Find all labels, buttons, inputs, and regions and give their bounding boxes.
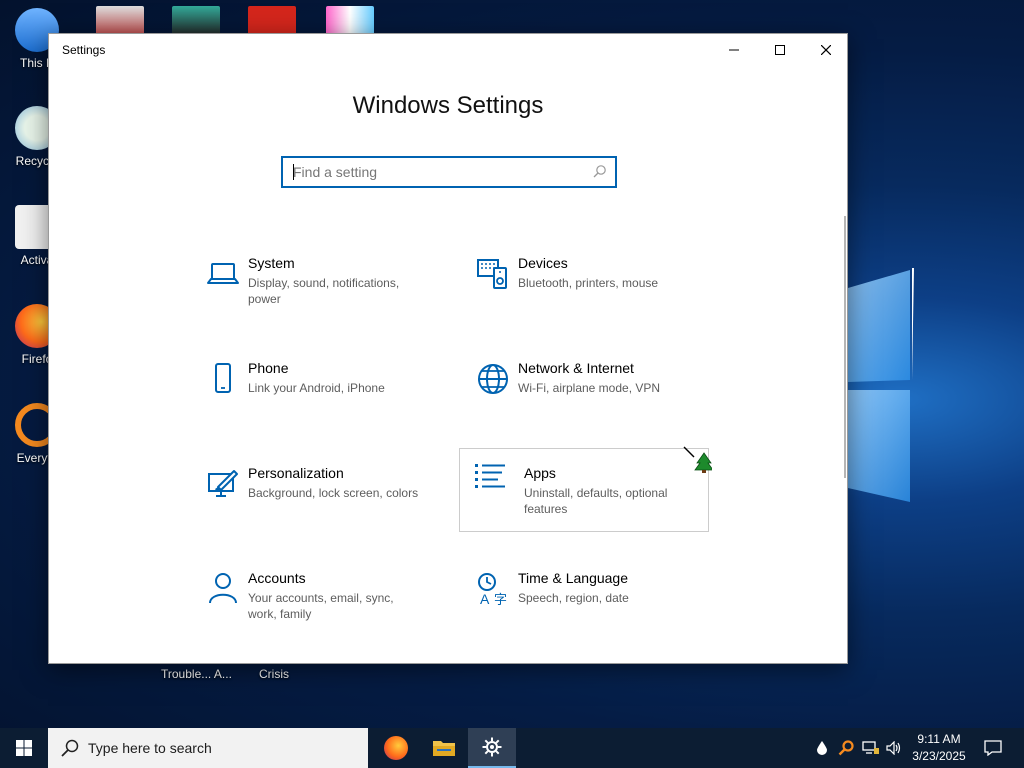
desktop-icon-app-4[interactable] <box>326 6 374 36</box>
person-icon <box>209 573 237 604</box>
tile-description: Display, sound, notifications, power <box>248 276 400 306</box>
action-center-button[interactable] <box>978 728 1008 768</box>
firefox-icon <box>384 736 408 760</box>
tile-apps[interactable]: Apps Uninstall, defaults, optional featu… <box>459 446 712 532</box>
settings-search-input[interactable] <box>293 160 583 184</box>
tile-time-language[interactable]: A 字 Time & Language Speech, region, date <box>463 563 713 647</box>
taskbar-settings[interactable] <box>468 728 516 768</box>
clock-time: 9:11 AM <box>917 732 961 746</box>
tray-droplet[interactable] <box>812 728 832 768</box>
paint-icon <box>208 470 238 497</box>
settings-window: Settings Windows Settings System Display… <box>48 33 848 664</box>
tray-everything[interactable] <box>836 728 856 768</box>
tile-title: Accounts <box>248 570 306 586</box>
tile-description: Uninstall, defaults, optional features <box>524 486 668 516</box>
settings-search-box[interactable] <box>281 156 617 188</box>
clock-date: 3/23/2025 <box>912 749 966 763</box>
tile-phone[interactable]: Phone Link your Android, iPhone <box>193 353 443 437</box>
droplet-icon <box>817 741 827 755</box>
title-bar[interactable]: Settings <box>49 34 847 66</box>
tray-network[interactable] <box>860 728 882 768</box>
maximize-button[interactable] <box>757 34 803 66</box>
desktop-icon-label-troubleshoot: Trouble... A... <box>161 667 232 681</box>
tile-description: Background, lock screen, colors <box>248 486 419 500</box>
tile-title: Network & Internet <box>518 360 634 376</box>
tile-title: Personalization <box>248 465 344 481</box>
laptop-icon <box>207 263 239 284</box>
tile-system[interactable]: System Display, sound, notifications, po… <box>193 248 443 332</box>
svg-text:字: 字 <box>494 592 507 607</box>
windows-logo-wallpaper <box>848 262 918 502</box>
minimize-icon <box>729 49 739 51</box>
everything-search-icon <box>838 740 854 756</box>
desktop-icon-app-2[interactable] <box>172 6 220 36</box>
tile-title: Phone <box>248 360 289 376</box>
search-icon <box>593 165 606 178</box>
tile-title: Time & Language <box>518 570 628 586</box>
desktop-icon-app-1[interactable] <box>96 6 144 36</box>
close-icon <box>821 45 831 55</box>
start-button[interactable] <box>0 728 48 768</box>
tile-description: Bluetooth, printers, mouse <box>518 276 659 290</box>
window-title: Settings <box>62 43 106 57</box>
tile-devices[interactable]: Devices Bluetooth, printers, mouse <box>463 248 713 332</box>
tile-description: Speech, region, date <box>518 591 629 605</box>
minimize-button[interactable] <box>711 34 757 66</box>
tile-accounts[interactable]: Accounts Your accounts, email, sync, wor… <box>193 563 443 647</box>
notification-icon <box>984 740 1002 756</box>
folder-icon <box>433 741 455 756</box>
tile-description: Your accounts, email, sync, work, family <box>248 591 394 621</box>
tray-volume[interactable] <box>884 728 904 768</box>
network-icon <box>862 741 879 754</box>
close-button[interactable] <box>803 34 847 66</box>
windows-start-icon <box>16 740 32 756</box>
tile-title: Devices <box>518 255 568 271</box>
time-language-icon: A 字 <box>478 573 507 607</box>
tile-description: Link your Android, iPhone <box>248 381 385 395</box>
tile-description: Wi-Fi, airplane mode, VPN <box>518 381 661 395</box>
search-icon <box>61 739 79 757</box>
speaker-icon <box>886 741 901 755</box>
desktop-icon-label-crisis: Crisis <box>259 667 289 681</box>
maximize-icon <box>775 45 785 55</box>
tile-network-internet[interactable]: Network & Internet Wi-Fi, airplane mode,… <box>463 353 713 437</box>
taskbar-clock[interactable]: 9:11 AM 3/23/2025 <box>906 731 972 765</box>
desktop-icon-app-3[interactable] <box>248 6 296 36</box>
taskbar-search-label: Type here to search <box>88 740 212 756</box>
taskbar-firefox[interactable] <box>372 728 420 768</box>
tile-title: System <box>248 255 295 271</box>
taskbar: Type here to search 9:11 AM 3/23/2025 <box>0 728 1024 768</box>
page-title: Windows Settings <box>352 92 544 119</box>
globe-icon <box>478 364 508 394</box>
devices-icon <box>477 259 507 289</box>
tile-personalization[interactable]: Personalization Background, lock screen,… <box>193 458 443 542</box>
taskbar-search-box[interactable]: Type here to search <box>48 728 368 768</box>
phone-icon <box>215 363 231 393</box>
tile-title: Apps <box>524 465 556 481</box>
taskbar-file-explorer[interactable] <box>420 728 468 768</box>
svg-text:A: A <box>480 591 490 607</box>
gear-icon <box>482 737 502 757</box>
apps-list-icon <box>475 464 505 488</box>
mouse-cursor-tree-icon <box>683 446 712 473</box>
scrollbar[interactable] <box>844 216 846 478</box>
